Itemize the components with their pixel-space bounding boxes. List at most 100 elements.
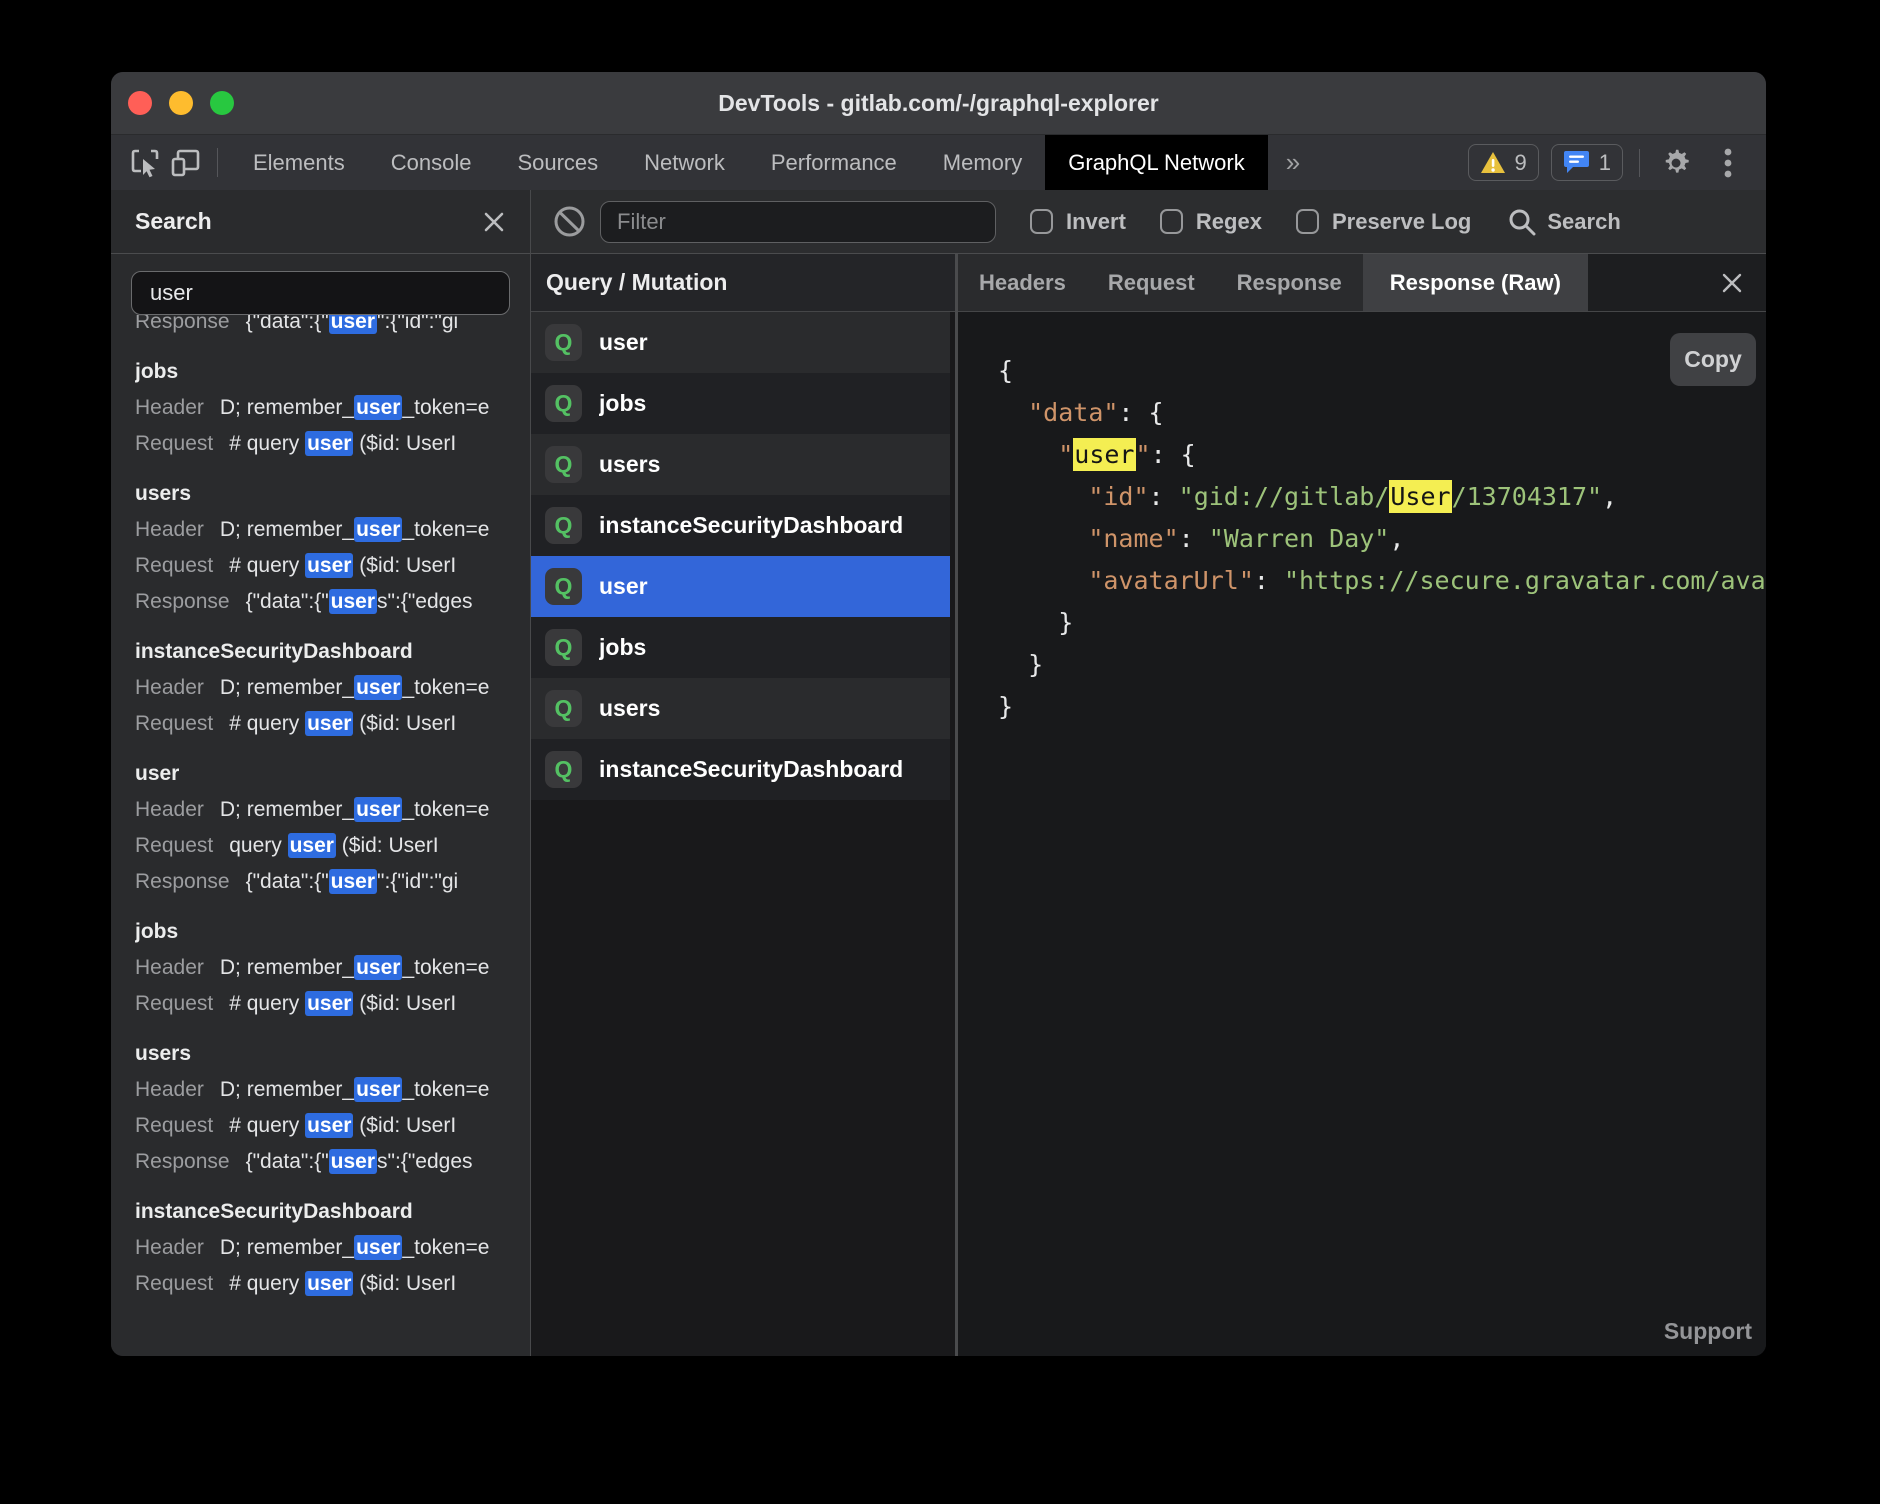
checkbox-preserve-log-box[interactable]	[1296, 209, 1319, 234]
search-result-line[interactable]: HeaderD; remember_user_token=e	[135, 390, 530, 426]
search-result-line-label: Request	[135, 712, 213, 735]
search-result-line[interactable]: Request# query user ($id: UserI	[135, 426, 530, 462]
search-result-line[interactable]: HeaderD; remember_user_token=e	[135, 512, 530, 548]
traffic-lights	[128, 72, 234, 134]
devtools-tab-memory[interactable]: Memory	[920, 135, 1045, 190]
details-tab-headers[interactable]: Headers	[958, 254, 1087, 311]
query-list-item-user[interactable]: Quser	[531, 312, 950, 373]
search-result-line[interactable]: Request# query user ($id: UserI	[135, 1108, 530, 1144]
query-list-item-jobs[interactable]: Qjobs	[531, 373, 950, 434]
details-tab-response[interactable]: Response	[1216, 254, 1363, 311]
search-result-line[interactable]: Requestquery user ($id: UserI	[135, 828, 530, 864]
search-result-line-label: Request	[135, 1272, 213, 1295]
devtools-tab-console[interactable]: Console	[368, 135, 495, 190]
checkbox-preserve-log[interactable]: Preserve Log	[1296, 209, 1471, 235]
query-list-item-label: instanceSecurityDashboard	[599, 512, 903, 539]
search-result-line[interactable]: Response{"data":{"user":{"id":"gi	[135, 864, 530, 900]
query-list-item-label: jobs	[599, 390, 646, 417]
search-result-line[interactable]: HeaderD; remember_user_token=e	[135, 950, 530, 986]
search-result-line[interactable]: Response{"data":{"users":{"edges	[135, 584, 530, 620]
search-result-line[interactable]: Request# query user ($id: UserI	[135, 1266, 530, 1302]
device-toolbar-icon[interactable]	[165, 135, 205, 190]
query-list-item-label: users	[599, 695, 660, 722]
filter-input[interactable]	[600, 201, 996, 243]
message-icon	[1563, 150, 1590, 175]
details-tab-request[interactable]: Request	[1087, 254, 1216, 311]
devtools-tab-network[interactable]: Network	[621, 135, 748, 190]
search-result-group: jobsHeaderD; remember_user_token=eReques…	[135, 914, 530, 1022]
clear-icon[interactable]	[553, 205, 586, 238]
checkbox-label: Preserve Log	[1332, 209, 1471, 235]
query-type-icon: Q	[545, 568, 582, 605]
more-tabs-button[interactable]: »	[1268, 135, 1318, 190]
controls-divider	[1639, 149, 1640, 177]
query-list-item-label: jobs	[599, 634, 646, 661]
search-result-line[interactable]: HeaderD; remember_user_token=e	[135, 670, 530, 706]
search-result-line[interactable]: HeaderD; remember_user_token=e	[135, 1230, 530, 1266]
query-type-icon: Q	[545, 324, 582, 361]
search-result-line[interactable]: Response{"data":{"user":{"id":"gi	[135, 315, 530, 340]
query-list-item-jobs[interactable]: Qjobs	[531, 617, 950, 678]
checkbox-regex-box[interactable]	[1160, 209, 1183, 234]
devtools-tab-performance[interactable]: Performance	[748, 135, 920, 190]
query-list-item-user[interactable]: Quser	[531, 556, 950, 617]
query-list-item-users[interactable]: Qusers	[531, 434, 950, 495]
json-line: }	[998, 686, 1766, 728]
query-list-item-instancesecuritydashboard[interactable]: QinstanceSecurityDashboard	[531, 739, 950, 800]
query-type-icon: Q	[545, 690, 582, 727]
search-result-line[interactable]: HeaderD; remember_user_token=e	[135, 1072, 530, 1108]
filter-checkboxes: Invert Regex Preserve Log	[996, 209, 1471, 235]
query-list-item-label: user	[599, 329, 648, 356]
message-count: 1	[1599, 150, 1611, 176]
details-close-icon[interactable]	[1698, 254, 1766, 311]
title-bar: DevTools - gitlab.com/-/graphql-explorer	[111, 72, 1766, 135]
search-panel-close-icon[interactable]	[482, 210, 506, 234]
search-result-group: instanceSecurityDashboardHeaderD; rememb…	[135, 634, 530, 742]
search-result-group: userHeaderD; remember_user_token=eReques…	[135, 756, 530, 900]
devtools-window: DevTools - gitlab.com/-/graphql-explorer…	[111, 72, 1766, 1356]
query-type-icon: Q	[545, 507, 582, 544]
search-result-line[interactable]: Request# query user ($id: UserI	[135, 548, 530, 584]
warning-icon	[1480, 151, 1506, 175]
warning-count: 9	[1515, 150, 1527, 176]
panes: Query / Mutation QuserQjobsQusersQinstan…	[531, 254, 1766, 1356]
checkbox-invert-box[interactable]	[1030, 209, 1053, 234]
devtools-tab-sources[interactable]: Sources	[494, 135, 621, 190]
close-window-button[interactable]	[128, 91, 152, 115]
details-tab-response-raw[interactable]: Response (Raw)	[1363, 254, 1588, 311]
checkbox-invert[interactable]: Invert	[1030, 209, 1126, 235]
search-result-group: Response{"data":{"user":{"id":"gi	[135, 315, 530, 340]
inspect-element-icon[interactable]	[125, 135, 165, 190]
json-viewer: { "data": { "user": { "id": "gid://gitla…	[998, 350, 1766, 728]
search-input[interactable]	[131, 271, 510, 315]
messages-badge[interactable]: 1	[1551, 144, 1623, 181]
warnings-badge[interactable]: 9	[1468, 144, 1539, 181]
search-panel-title: Search	[135, 208, 212, 235]
devtools-tab-graphql-network[interactable]: GraphQL Network	[1045, 135, 1267, 190]
search-result-line[interactable]: Request# query user ($id: UserI	[135, 986, 530, 1022]
minimize-window-button[interactable]	[169, 91, 193, 115]
settings-gear-icon[interactable]	[1656, 143, 1696, 183]
search-result-line-label: Header	[135, 518, 204, 541]
search-result-line-label: Header	[135, 1078, 204, 1101]
search-result-line-label: Request	[135, 1114, 213, 1137]
query-list-item-instancesecuritydashboard[interactable]: QinstanceSecurityDashboard	[531, 495, 950, 556]
search-panel: Search Response{"data":{"user":{"id":"gi…	[111, 190, 531, 1356]
toolbar-search-control[interactable]: Search	[1507, 207, 1620, 237]
copy-button[interactable]: Copy	[1670, 333, 1756, 386]
search-result-title: instanceSecurityDashboard	[135, 1194, 530, 1230]
checkbox-regex[interactable]: Regex	[1160, 209, 1262, 235]
search-result-line[interactable]: HeaderD; remember_user_token=e	[135, 792, 530, 828]
kebab-menu-icon[interactable]	[1708, 143, 1748, 183]
window-title: DevTools - gitlab.com/-/graphql-explorer	[718, 90, 1158, 117]
support-link[interactable]: Support	[1664, 1318, 1752, 1345]
main-area: Search Response{"data":{"user":{"id":"gi…	[111, 190, 1766, 1356]
search-result-line-label: Request	[135, 834, 213, 857]
query-list-item-users[interactable]: Qusers	[531, 678, 950, 739]
json-line: "data": {	[998, 392, 1766, 434]
devtools-tab-elements[interactable]: Elements	[230, 135, 368, 190]
search-result-line[interactable]: Request# query user ($id: UserI	[135, 706, 530, 742]
checkbox-label: Regex	[1196, 209, 1262, 235]
zoom-window-button[interactable]	[210, 91, 234, 115]
search-result-line[interactable]: Response{"data":{"users":{"edges	[135, 1144, 530, 1180]
